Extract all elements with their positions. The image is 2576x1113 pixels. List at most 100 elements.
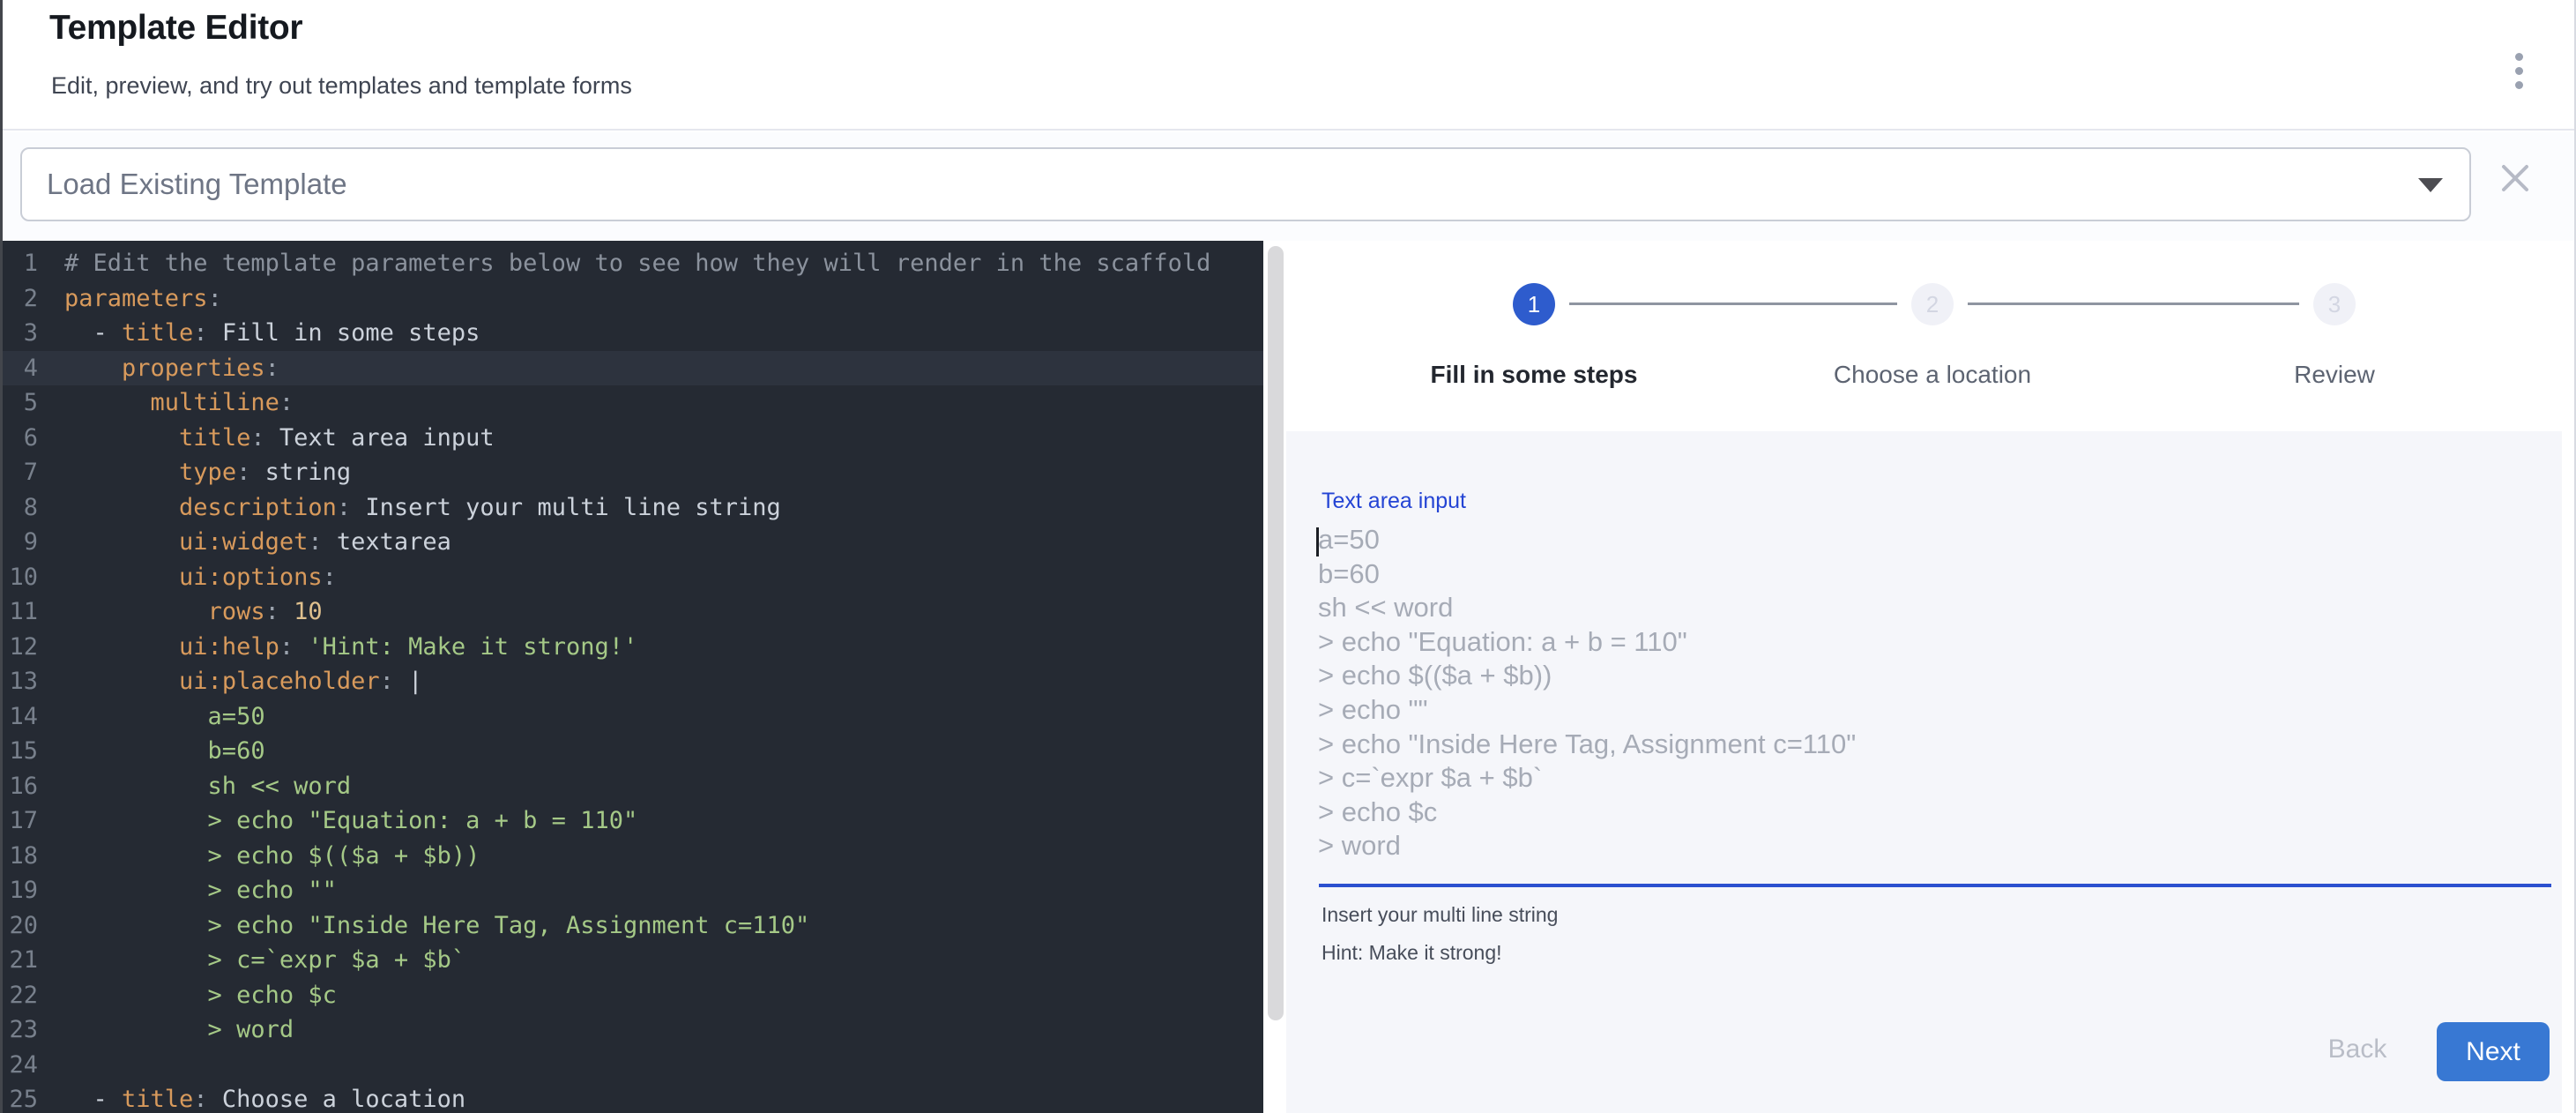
- code-line[interactable]: 8 description: Insert your multi line st…: [3, 490, 1263, 526]
- code-text: ui:widget: textarea: [64, 528, 451, 556]
- code-line[interactable]: 9 ui:widget: textarea: [3, 525, 1263, 560]
- textarea-placeholder: a=50b=60sh << word> echo "Equation: a + …: [1318, 523, 2521, 863]
- load-template-select[interactable]: Load Existing Template: [20, 147, 2471, 221]
- code-text: description: Insert your multi line stri…: [64, 494, 781, 521]
- line-number: 22: [3, 978, 38, 1013]
- code-text: - title: Fill in some steps: [64, 319, 480, 347]
- textarea-placeholder-line: > echo "Inside Here Tag, Assignment c=11…: [1318, 728, 2521, 762]
- code-text: b=60: [64, 737, 265, 765]
- code-line[interactable]: 2parameters:: [3, 281, 1263, 317]
- code-line[interactable]: 17 > echo "Equation: a + b = 110": [3, 803, 1263, 839]
- code-text: multiline:: [64, 389, 294, 416]
- code-lines: 1# Edit the template parameters below to…: [3, 246, 1263, 1113]
- field-description: Insert your multi line string: [1322, 903, 1558, 927]
- code-text: ui:help: 'Hint: Make it strong!': [64, 633, 637, 661]
- step-label-1: Fill in some steps: [1431, 361, 1638, 389]
- back-button[interactable]: Back: [2302, 1028, 2413, 1071]
- code-line[interactable]: 16 sh << word: [3, 769, 1263, 804]
- code-text: sh << word: [64, 773, 351, 800]
- template-editor-page: { "header": { "title": "Template Editor"…: [0, 0, 2576, 1113]
- code-text: - title: Choose a location: [64, 1086, 465, 1113]
- code-text: a=50: [64, 703, 265, 730]
- code-text: > c=`expr $a + $b`: [64, 946, 465, 974]
- clear-selection-button[interactable]: [2492, 155, 2538, 201]
- header: Template Editor Edit, preview, and try o…: [3, 0, 2574, 131]
- code-line[interactable]: 19 > echo "": [3, 873, 1263, 908]
- code-text: [64, 1051, 78, 1079]
- code-line[interactable]: 23 > word: [3, 1012, 1263, 1048]
- code-line[interactable]: 14 a=50: [3, 699, 1263, 735]
- code-line[interactable]: 13 ui:placeholder: |: [3, 664, 1263, 699]
- field-focus-underline: [1319, 884, 2551, 887]
- code-line[interactable]: 12 ui:help: 'Hint: Make it strong!': [3, 630, 1263, 665]
- line-number: 15: [3, 734, 38, 769]
- code-text: ui:options:: [64, 564, 337, 591]
- code-text: > echo "Inside Here Tag, Assignment c=11…: [64, 912, 809, 939]
- code-line[interactable]: 3 - title: Fill in some steps: [3, 316, 1263, 351]
- code-line[interactable]: 18 > echo $(($a + $b)): [3, 839, 1263, 874]
- line-number: 24: [3, 1048, 38, 1083]
- code-line[interactable]: 25 - title: Choose a location: [3, 1082, 1263, 1113]
- step-connector: [1968, 303, 2299, 305]
- line-number: 5: [3, 385, 38, 421]
- editor-scrollbar-track[interactable]: [1265, 241, 1286, 1113]
- line-number: 9: [3, 525, 38, 560]
- field-hint: Hint: Make it strong!: [1322, 941, 1502, 965]
- stepper: 1Fill in some steps2Choose a location3Re…: [1286, 241, 2574, 431]
- code-text: > echo $c: [64, 982, 337, 1009]
- code-line[interactable]: 6 title: Text area input: [3, 421, 1263, 456]
- code-line[interactable]: 24: [3, 1048, 1263, 1083]
- code-text: title: Text area input: [64, 424, 495, 452]
- textarea-placeholder-line: > echo "": [1318, 693, 2521, 728]
- line-number: 23: [3, 1012, 38, 1048]
- code-text: properties:: [64, 355, 279, 382]
- line-number: 8: [3, 490, 38, 526]
- caret-down-icon: [2418, 178, 2443, 192]
- line-number: 4: [3, 351, 38, 386]
- line-number: 6: [3, 421, 38, 456]
- code-editor[interactable]: 1# Edit the template parameters below to…: [3, 241, 1263, 1113]
- step-label-2: Choose a location: [1834, 361, 2031, 389]
- next-button[interactable]: Next: [2437, 1022, 2550, 1081]
- preview-panel: 1Fill in some steps2Choose a location3Re…: [1286, 241, 2574, 1113]
- line-number: 21: [3, 943, 38, 978]
- code-line[interactable]: 10 ui:options:: [3, 560, 1263, 595]
- code-line[interactable]: 20 > echo "Inside Here Tag, Assignment c…: [3, 908, 1263, 944]
- line-number: 17: [3, 803, 38, 839]
- toolbar: Load Existing Template: [3, 132, 2574, 241]
- line-number: 14: [3, 699, 38, 735]
- code-line[interactable]: 22 > echo $c: [3, 978, 1263, 1013]
- code-line[interactable]: 4 properties:: [3, 351, 1263, 386]
- textarea-placeholder-line: a=50: [1318, 523, 2521, 557]
- code-text: # Edit the template parameters below to …: [64, 250, 1210, 277]
- textarea-input[interactable]: a=50b=60sh << word> echo "Equation: a + …: [1318, 523, 2521, 867]
- code-text: type: string: [64, 459, 351, 486]
- step-circle-2: 2: [1911, 283, 1954, 325]
- code-text: ui:placeholder: |: [64, 668, 422, 695]
- code-line[interactable]: 7 type: string: [3, 455, 1263, 490]
- line-number: 11: [3, 594, 38, 630]
- line-number: 12: [3, 630, 38, 665]
- code-text: > word: [64, 1016, 294, 1043]
- page-subtitle: Edit, preview, and try out templates and…: [51, 72, 632, 100]
- line-number: 2: [3, 281, 38, 317]
- code-line[interactable]: 1# Edit the template parameters below to…: [3, 246, 1263, 281]
- code-line[interactable]: 21 > c=`expr $a + $b`: [3, 943, 1263, 978]
- textarea-placeholder-line: > echo $(($a + $b)): [1318, 659, 2521, 693]
- kebab-menu-button[interactable]: [2501, 37, 2536, 104]
- editor-scrollbar-thumb[interactable]: [1268, 246, 1284, 1020]
- line-number: 25: [3, 1082, 38, 1113]
- step-circle-1: 1: [1513, 283, 1555, 325]
- kebab-menu-icon: [2515, 81, 2523, 89]
- textarea-placeholder-line: > echo $c: [1318, 796, 2521, 830]
- close-icon: [2498, 161, 2532, 195]
- code-text: rows: 10: [64, 598, 323, 625]
- code-line[interactable]: 11 rows: 10: [3, 594, 1263, 630]
- textarea-placeholder-line: b=60: [1318, 557, 2521, 592]
- code-line[interactable]: 15 b=60: [3, 734, 1263, 769]
- load-template-select-value: Load Existing Template: [47, 149, 347, 220]
- code-line[interactable]: 5 multiline:: [3, 385, 1263, 421]
- textarea-placeholder-line: > word: [1318, 829, 2521, 863]
- line-number: 18: [3, 839, 38, 874]
- kebab-menu-icon: [2515, 53, 2523, 61]
